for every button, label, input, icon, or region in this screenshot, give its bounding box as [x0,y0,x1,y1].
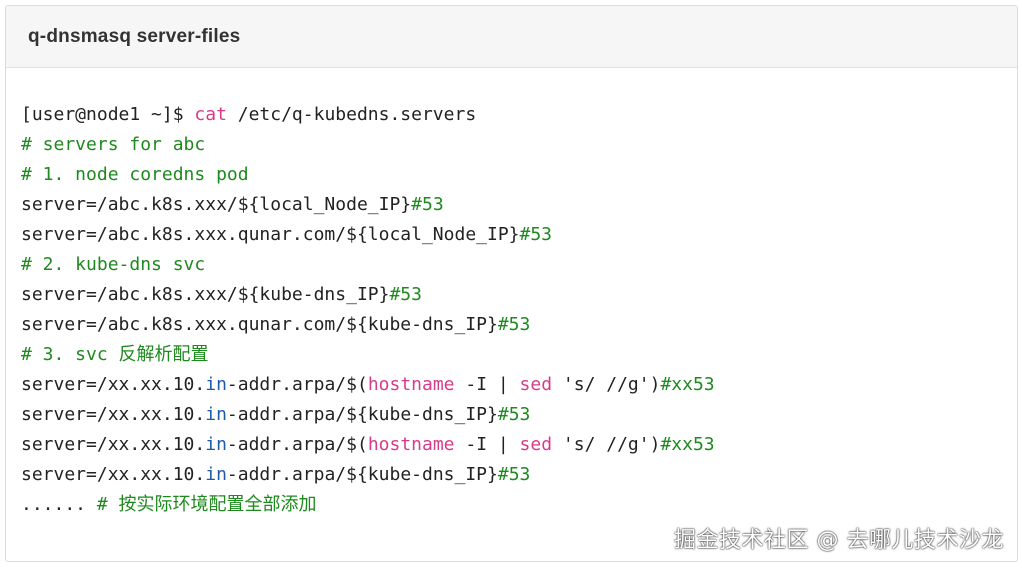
code-line: server=/xx.xx.10.in-addr.arpa/${kube-dns… [21,460,715,490]
code-line: server=/abc.k8s.xxx/${local_Node_IP}#53 [21,190,715,220]
code-token: server=/xx.xx.10. [21,464,206,485]
code-token: ...... [21,494,97,515]
code-token: server=/abc.k8s.xxx/${local_Node_IP} [21,194,412,215]
code-token: server=/abc.k8s.xxx.qunar.com/${kube-dns… [21,314,498,335]
code-line: server=/xx.xx.10.in-addr.arpa/$(hostname… [21,430,715,460]
code-token: in [205,374,227,395]
code-token: in [205,404,227,425]
code-token: /etc/q-kubedns.servers [226,104,477,125]
code-token: #xx53 [660,434,715,455]
code-token: 's/ //g') [552,374,661,395]
code-token: sed [519,374,553,395]
code-block-body[interactable]: [user@node1 ~]$ cat /etc/q-kubedns.serve… [21,100,715,520]
code-token: server=/xx.xx.10. [21,374,206,395]
code-token: hostname [367,434,455,455]
code-block-card: q-dnsmasq server-files [user@node1 ~]$ c… [5,5,1018,562]
code-token: [user@node1 ~]$ [21,104,195,125]
code-line: server=/abc.k8s.xxx/${kube-dns_IP}#53 [21,280,715,310]
code-token: -I | [454,434,520,455]
code-line: # 1. node coredns pod [21,160,715,190]
code-token: #53 [389,284,422,305]
code-token: #53 [519,224,553,245]
code-token: #53 [497,464,531,485]
code-token: server=/xx.xx.10. [21,404,206,425]
code-token: #53 [411,194,444,215]
code-token: # 2. kube-dns svc [21,254,206,275]
code-line: # 2. kube-dns svc [21,250,715,280]
code-token: cat [194,104,227,125]
code-line: # servers for abc [21,130,715,160]
code-token: server=/xx.xx.10. [21,434,206,455]
code-token: -addr.arpa/${kube-dns_IP} [226,404,498,425]
code-token: #53 [497,314,531,335]
code-token: # 1. node coredns pod [21,164,249,185]
code-line: [user@node1 ~]$ cat /etc/q-kubedns.serve… [21,100,715,130]
code-token: 's/ //g') [552,434,661,455]
code-line: # 3. svc 反解析配置 [21,340,715,370]
code-token: -addr.arpa/$( [226,374,368,395]
code-token: in [205,434,227,455]
code-token: #53 [497,404,531,425]
code-token: server=/abc.k8s.xxx/${kube-dns_IP} [21,284,390,305]
code-line: ...... # 按实际环境配置全部添加 [21,490,715,520]
code-token: # 3. svc 反解析配置 [21,344,209,365]
code-token: # servers for abc [21,134,206,155]
code-token: -addr.arpa/$( [226,434,368,455]
code-token: hostname [367,374,455,395]
code-line: server=/abc.k8s.xxx.qunar.com/${local_No… [21,220,715,250]
code-block-title: q-dnsmasq server-files [28,25,241,47]
code-block-header: q-dnsmasq server-files [6,6,1017,68]
code-token: -I | [454,374,520,395]
code-token: sed [519,434,553,455]
code-token: # 按实际环境配置全部添加 [96,494,317,515]
watermark-text: 掘金技术社区 @ 去哪儿技术沙龙 [674,528,1004,553]
code-line: server=/xx.xx.10.in-addr.arpa/$(hostname… [21,370,715,400]
code-token: #xx53 [660,374,715,395]
code-token: -addr.arpa/${kube-dns_IP} [226,464,498,485]
code-line: server=/xx.xx.10.in-addr.arpa/${kube-dns… [21,400,715,430]
code-token: server=/abc.k8s.xxx.qunar.com/${local_No… [21,224,520,245]
code-token: in [205,464,227,485]
code-line: server=/abc.k8s.xxx.qunar.com/${kube-dns… [21,310,715,340]
